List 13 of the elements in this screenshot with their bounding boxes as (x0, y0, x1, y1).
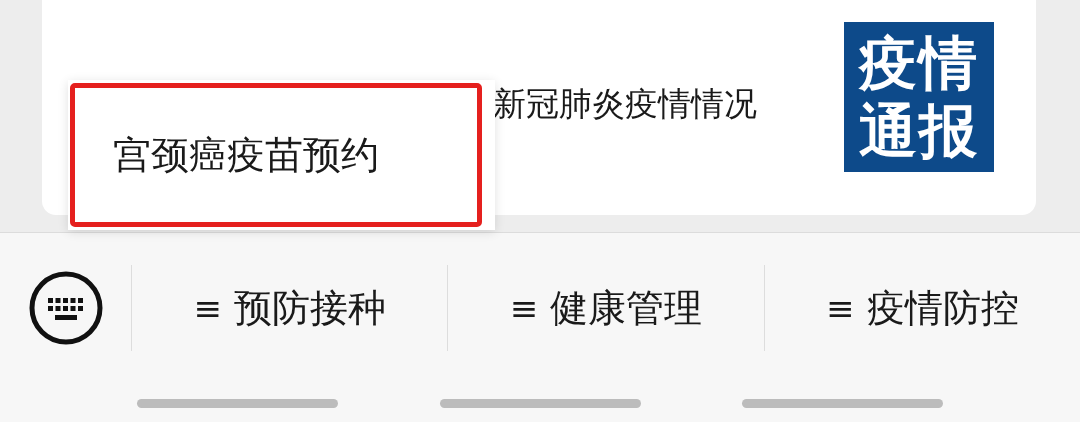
menu-tab[interactable]: ≡ 预防接种 (131, 265, 448, 351)
thumbnail-text: 疫情 (859, 31, 979, 95)
menu-marker: ≡ (826, 288, 855, 328)
menu-item[interactable]: 宫颈癌疫苗预约 (70, 83, 482, 227)
article-title: 新冠肺炎疫情情况 (493, 83, 758, 125)
menu-tab[interactable]: ≡ 疫情防控 (763, 265, 1080, 351)
menu-marker: ≡ (509, 288, 539, 328)
thumbnail-text: 通报 (859, 99, 979, 163)
menu-label: 疫情防控 (866, 284, 1019, 332)
menu-marker: ≡ (193, 288, 222, 328)
menu-label: 预防接种 (233, 284, 386, 332)
menu-label: 健康管理 (550, 284, 703, 332)
menu-tab[interactable]: ≡ 健康管理 (447, 265, 764, 351)
